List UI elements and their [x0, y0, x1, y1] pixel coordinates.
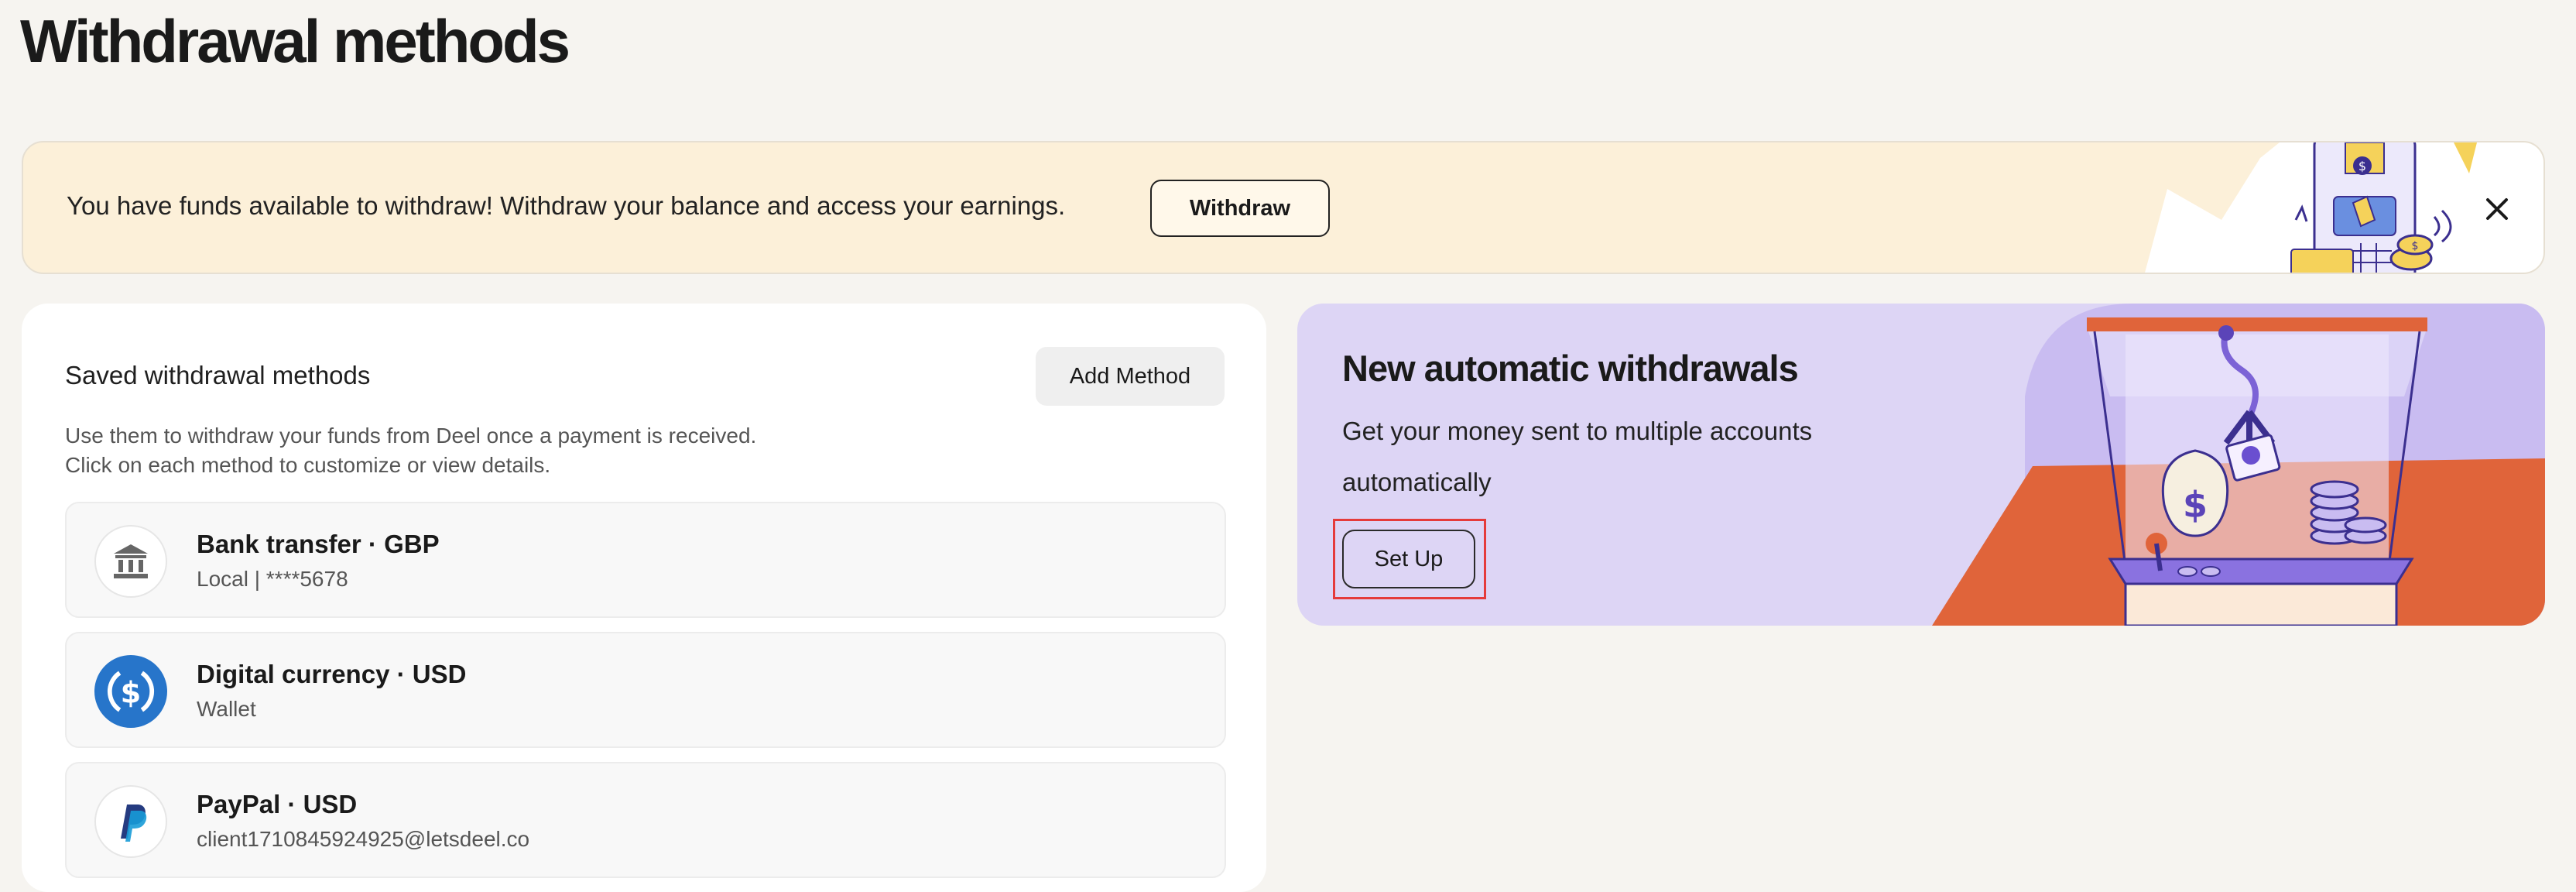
method-title: Bank transfer · GBP	[197, 530, 440, 558]
add-method-button[interactable]: Add Method	[1036, 347, 1225, 406]
close-icon[interactable]	[2477, 189, 2517, 229]
svg-text:$: $	[2183, 484, 2208, 526]
method-subtitle: Wallet	[197, 697, 256, 721]
svg-text:$: $	[2358, 159, 2366, 173]
svg-text:$: $	[121, 675, 142, 710]
usdc-icon: $	[94, 655, 167, 728]
automatic-withdrawals-card: New automatic withdrawals Get your money…	[1297, 304, 2545, 626]
bank-icon	[94, 525, 167, 598]
description-line: Click on each method to customize or vie…	[65, 453, 551, 477]
method-subtitle: client1710845924925@letsdeel.co	[197, 827, 530, 851]
setup-button[interactable]: Set Up	[1342, 530, 1475, 588]
saved-methods-title: Saved withdrawal methods	[65, 361, 371, 389]
saved-methods-card: Saved withdrawal methods Add Method Use …	[22, 304, 1266, 892]
method-subtitle: Local | ****5678	[197, 567, 348, 591]
funds-available-banner: You have funds available to withdraw! Wi…	[22, 141, 2545, 274]
method-item-digital-currency[interactable]: $ Digital currency · USD Wallet	[65, 632, 1226, 748]
method-item-bank[interactable]: Bank transfer · GBP Local | ****5678	[65, 502, 1226, 618]
method-title: PayPal · USD	[197, 790, 358, 818]
method-title: Digital currency · USD	[197, 660, 467, 688]
method-item-paypal[interactable]: PayPal · USD client1710845924925@letsdee…	[65, 762, 1226, 878]
svg-text:$: $	[2412, 240, 2419, 252]
auto-withdrawals-title: New automatic withdrawals	[1342, 348, 1799, 389]
claw-machine-illustration: $	[1932, 304, 2545, 626]
banner-text: You have funds available to withdraw! Wi…	[67, 191, 1066, 220]
page-title: Withdrawal methods	[20, 7, 570, 75]
paypal-icon	[94, 785, 167, 858]
description-line: Use them to withdraw your funds from Dee…	[65, 424, 757, 448]
auto-withdrawals-description: Get your money sent to multiple accounts…	[1342, 417, 1813, 496]
withdraw-button[interactable]: Withdraw	[1150, 180, 1330, 237]
saved-methods-description: Use them to withdraw your funds from Dee…	[65, 421, 756, 480]
